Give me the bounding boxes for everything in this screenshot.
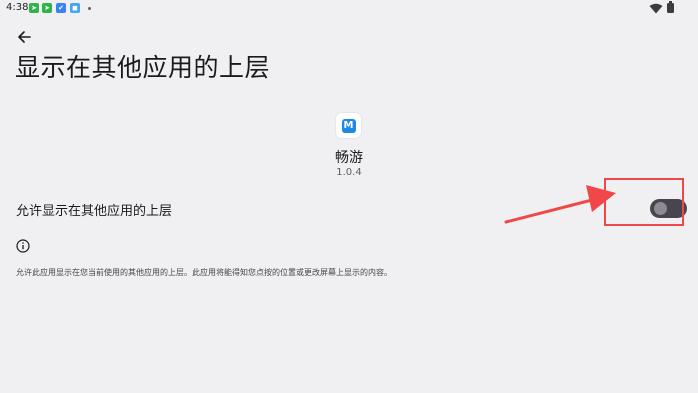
info-icon	[16, 239, 30, 253]
blue-app-icon: ✔	[56, 3, 66, 13]
app-name: 畅游	[335, 150, 363, 166]
back-button[interactable]	[12, 25, 36, 49]
battery-icon	[667, 1, 674, 13]
permission-row[interactable]: 允许显示在其他应用的上层	[0, 189, 698, 227]
wifi-icon	[649, 3, 663, 14]
page-title: 显示在其他应用的上层	[15, 53, 271, 82]
arrow-left-icon	[18, 31, 31, 43]
app-m-icon: M	[341, 118, 356, 133]
app-icon: M	[336, 113, 361, 138]
more-notifications-dot-icon	[88, 7, 91, 10]
green-app-icon: ➤	[42, 3, 52, 13]
green-app-icon: ➤	[29, 3, 39, 13]
status-bar: 4:38 ➤ ➤ ✔ ◼	[0, 0, 698, 16]
status-time: 4:38	[6, 2, 29, 13]
app-version: 1.0.4	[336, 167, 362, 178]
permission-label: 允许显示在其他应用的上层	[16, 204, 173, 219]
blue-app-icon: ◼	[70, 3, 80, 13]
permission-description: 允许此应用显示在您当前使用的其他应用的上层。此应用将能得知您点按的位置或更改屏幕…	[16, 268, 392, 277]
annotation-highlight-box	[604, 178, 684, 226]
